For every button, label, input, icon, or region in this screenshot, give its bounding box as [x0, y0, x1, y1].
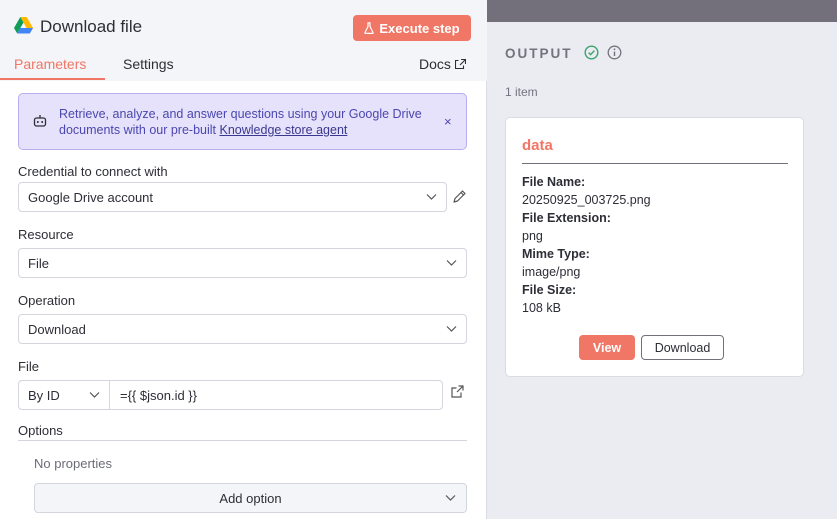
operation-label: Operation [18, 293, 76, 308]
chevron-down-icon [445, 495, 456, 501]
no-properties-text: No properties [34, 456, 113, 471]
view-button[interactable]: View [579, 335, 635, 360]
banner-close-icon[interactable]: × [444, 114, 452, 129]
resource-value: File [28, 255, 49, 271]
credential-label: Credential to connect with [18, 164, 168, 179]
file-name-value: 20250925_003725.png [522, 193, 651, 207]
chevron-down-icon [426, 194, 437, 200]
credential-select[interactable]: Google Drive account [18, 182, 447, 212]
tab-parameters[interactable]: Parameters [14, 56, 86, 72]
options-label: Options [18, 423, 63, 438]
external-link-icon [454, 58, 466, 69]
add-option-label: Add option [219, 490, 282, 506]
tab-settings[interactable]: Settings [123, 56, 174, 72]
card-divider [522, 163, 788, 164]
robot-icon [33, 115, 47, 127]
file-size-value: 108 kB [522, 301, 561, 315]
operation-select[interactable]: Download [18, 314, 467, 344]
download-button[interactable]: Download [641, 335, 724, 360]
google-drive-icon [14, 17, 33, 34]
knowledge-store-agent-link[interactable]: Knowledge store agent [220, 123, 348, 137]
file-label: File [18, 359, 39, 374]
info-icon[interactable] [607, 45, 622, 60]
file-mode-select[interactable]: By ID [18, 380, 110, 410]
knowledge-agent-banner: Retrieve, analyze, and answer questions … [18, 93, 467, 150]
execute-step-label: Execute step [379, 20, 460, 36]
card-title: data [522, 137, 553, 154]
chevron-down-icon [89, 392, 100, 398]
docs-label: Docs [419, 56, 451, 72]
open-file-external-icon[interactable] [451, 385, 464, 398]
file-name-key: File Name: [522, 175, 586, 189]
operation-value: Download [28, 321, 86, 337]
docs-link[interactable]: Docs [419, 56, 466, 72]
mime-type-key: Mime Type: [522, 247, 590, 261]
file-id-input[interactable]: ={{ $json.id }} [109, 380, 443, 410]
credential-value: Google Drive account [28, 189, 154, 205]
chevron-down-icon [446, 260, 457, 266]
flask-icon [364, 22, 375, 34]
banner-text: Retrieve, analyze, and answer questions … [59, 106, 439, 138]
mime-type-value: image/png [522, 265, 581, 279]
file-size-key: File Size: [522, 283, 577, 297]
file-mode-value: By ID [28, 387, 60, 403]
canvas-top-strip [487, 0, 837, 22]
edit-pencil-icon[interactable] [452, 189, 467, 204]
active-tab-indicator [0, 78, 105, 80]
resource-label: Resource [18, 227, 74, 242]
file-extension-value: png [522, 229, 543, 243]
success-check-icon [584, 45, 599, 60]
item-count: 1 item [505, 85, 538, 99]
execute-step-button[interactable]: Execute step [353, 15, 471, 41]
resource-select[interactable]: File [18, 248, 467, 278]
output-title: OUTPUT [505, 46, 573, 61]
parameters-panel: Download file Execute step Parameters Se… [0, 0, 487, 519]
node-title: Download file [40, 17, 143, 36]
file-extension-key: File Extension: [522, 211, 611, 225]
chevron-down-icon [446, 326, 457, 332]
add-option-button[interactable]: Add option [34, 483, 467, 513]
binary-data-card: data File Name: 20250925_003725.png File… [505, 117, 804, 377]
options-divider [18, 440, 467, 441]
